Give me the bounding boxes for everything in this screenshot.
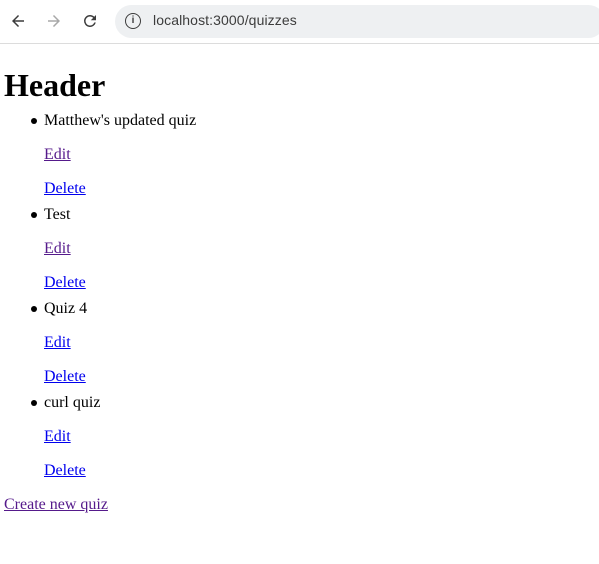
info-icon[interactable]: i (125, 13, 141, 29)
delete-link[interactable]: Delete (4, 274, 595, 292)
arrow-left-icon (12, 15, 24, 27)
quiz-title: Quiz 4 (4, 300, 595, 318)
page-heading: Header (4, 67, 106, 103)
delete-link[interactable]: Delete (4, 368, 595, 386)
quiz-list-item: curl quiz Edit Delete (4, 394, 595, 480)
arrow-right-icon (48, 15, 60, 27)
back-button[interactable] (5, 8, 31, 34)
reload-icon (84, 15, 96, 27)
bullet-icon (31, 118, 37, 124)
edit-link[interactable]: Edit (4, 146, 595, 164)
quiz-title: Matthew's updated quiz (4, 112, 595, 130)
forward-button[interactable] (41, 8, 67, 34)
quiz-list-item: Matthew's updated quiz Edit Delete (4, 112, 595, 198)
quiz-list-item: Test Edit Delete (4, 206, 595, 292)
bullet-icon (31, 400, 37, 406)
quiz-title-text: curl quiz (44, 394, 101, 411)
delete-link[interactable]: Delete (4, 180, 595, 198)
quiz-list-item: Quiz 4 Edit Delete (4, 300, 595, 386)
page-content: Header Matthew's updated quiz Edit Delet… (0, 67, 599, 514)
edit-link[interactable]: Edit (4, 428, 595, 446)
edit-link[interactable]: Edit (4, 334, 595, 352)
browser-toolbar: i localhost:3000/quizzes (0, 0, 599, 44)
url-text: localhost:3000/quizzes (153, 12, 297, 28)
create-quiz-link[interactable]: Create new quiz (4, 496, 595, 514)
reload-button[interactable] (77, 8, 103, 34)
quiz-title-text: Test (44, 206, 71, 223)
quiz-list: Matthew's updated quiz Edit Delete Test … (4, 112, 595, 480)
bullet-icon (31, 212, 37, 218)
bullet-icon (31, 306, 37, 312)
quiz-title-text: Quiz 4 (44, 300, 88, 317)
quiz-title: Test (4, 206, 595, 224)
address-bar[interactable]: i localhost:3000/quizzes (115, 5, 599, 38)
edit-link[interactable]: Edit (4, 240, 595, 258)
delete-link[interactable]: Delete (4, 462, 595, 480)
quiz-title: curl quiz (4, 394, 595, 412)
quiz-title-text: Matthew's updated quiz (44, 112, 197, 129)
